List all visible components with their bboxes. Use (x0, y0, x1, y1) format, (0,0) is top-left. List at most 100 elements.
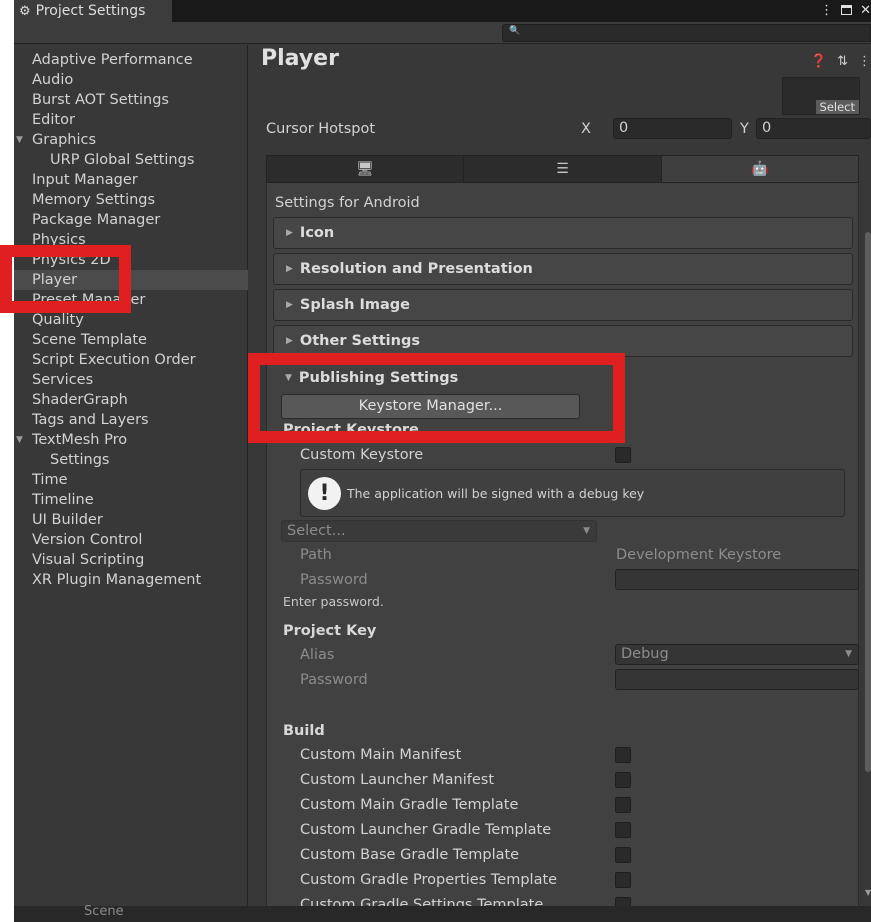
sidebar-item-editor[interactable]: Editor (14, 110, 248, 130)
scroll-down-arrow-icon[interactable]: ▼ (865, 888, 871, 897)
sidebar-item-quality[interactable]: Quality (14, 310, 248, 330)
section-title: Other Settings (299, 333, 420, 349)
path-label: Path (300, 547, 332, 563)
sidebar-item-shadergraph[interactable]: ShaderGraph (14, 390, 248, 410)
sidebar-item-label: Settings (50, 452, 110, 468)
custom-launcher-manifest-checkbox[interactable] (615, 772, 631, 788)
vertical-scrollbar[interactable] (865, 232, 871, 772)
custom-gradle-properties-checkbox[interactable] (615, 872, 631, 888)
more-options-icon[interactable]: ⋮ (858, 54, 871, 69)
page-title: Player (261, 46, 339, 71)
tab-standalone[interactable]: 🖥 (267, 156, 465, 182)
sidebar-item-label: Input Manager (32, 172, 138, 188)
sidebar-item-label: TextMesh Pro (32, 432, 128, 448)
sidebar-item-memory-settings[interactable]: Memory Settings (14, 190, 248, 210)
sidebar-item-input-manager[interactable]: Input Manager (14, 170, 248, 190)
sidebar-item-adaptive-performance[interactable]: Adaptive Performance (14, 50, 248, 70)
key-password-label: Password (300, 672, 368, 688)
scene-label: Scene (84, 904, 124, 919)
sidebar-item-graphics[interactable]: ▼ Graphics (14, 130, 248, 150)
hotspot-x-label: X (581, 121, 591, 137)
chevron-right-icon: ▶ (286, 300, 293, 310)
sidebar-item-urp-global-settings[interactable]: URP Global Settings (14, 150, 248, 170)
custom-main-gradle-checkbox[interactable] (615, 797, 631, 813)
search-bar-row: 🔍 (14, 22, 871, 44)
maximize-icon[interactable] (841, 5, 853, 15)
preset-sliders-icon[interactable]: ⇅ (837, 54, 848, 69)
hotspot-x-input[interactable]: 0 (613, 118, 732, 139)
server-icon: ☰ (556, 161, 569, 177)
platform-tabs: 🖥 ☰ 🤖 (266, 155, 859, 183)
build-option-label: Custom Launcher Manifest (300, 772, 495, 788)
custom-main-manifest-checkbox[interactable] (615, 747, 631, 763)
custom-base-gradle-checkbox[interactable] (615, 847, 631, 863)
dropdown-arrow-icon: ▼ (583, 526, 590, 536)
more-options-icon[interactable]: ⋮ (820, 3, 833, 18)
sidebar-item-label: Adaptive Performance (32, 52, 193, 68)
bottom-strip: Scene (14, 904, 871, 922)
foldout-expanded-icon[interactable]: ▼ (16, 130, 23, 150)
help-icon[interactable]: ❓ (811, 54, 827, 69)
sidebar-item-package-manager[interactable]: Package Manager (14, 210, 248, 230)
sidebar-item-time[interactable]: Time (14, 470, 248, 490)
build-option-label: Custom Main Gradle Template (300, 797, 519, 813)
alias-dropdown[interactable]: Debug ▼ (615, 644, 859, 665)
tab-server[interactable]: ☰ (464, 156, 662, 182)
help-box: ! The application will be signed with a … (300, 469, 845, 517)
tab-android[interactable]: 🤖 (661, 156, 858, 182)
sidebar-item-timeline[interactable]: Timeline (14, 490, 248, 510)
search-input[interactable]: 🔍 (502, 24, 871, 42)
title-bar: ⚙ Project Settings ⋮ ✕ (14, 0, 871, 22)
sidebar-item-ui-builder[interactable]: UI Builder (14, 510, 248, 530)
sidebar-item-burst-aot[interactable]: Burst AOT Settings (14, 90, 248, 110)
sidebar-item-xr-plugin-management[interactable]: XR Plugin Management (14, 570, 248, 590)
sidebar-item-label: Visual Scripting (32, 552, 145, 568)
gear-icon: ⚙ (19, 3, 31, 19)
sidebar-item-version-control[interactable]: Version Control (14, 530, 248, 550)
chevron-right-icon: ▶ (286, 228, 293, 238)
sidebar-item-textmesh-pro[interactable]: ▼ TextMesh Pro (14, 430, 248, 450)
keystore-password-input[interactable] (615, 569, 859, 590)
project-settings-tab[interactable]: ⚙ Project Settings (14, 0, 172, 22)
android-icon: 🤖 (751, 161, 769, 177)
sidebar-item-textmesh-pro-settings[interactable]: Settings (14, 450, 248, 470)
annotation-highlight-player (0, 245, 131, 313)
close-icon[interactable]: ✕ (860, 3, 871, 18)
section-splash-image[interactable]: ▶ Splash Image (273, 289, 853, 321)
sidebar-item-label: Script Execution Order (32, 352, 196, 368)
hotspot-y-input[interactable]: 0 (756, 118, 871, 139)
sidebar-item-label: UI Builder (32, 512, 103, 528)
window-controls: ⋮ ✕ (820, 0, 871, 20)
build-title: Build (283, 723, 325, 739)
background-margin (0, 0, 14, 922)
tab-title: Project Settings (35, 3, 146, 19)
hotspot-y-label: Y (740, 121, 749, 137)
settings-sidebar: Adaptive Performance Audio Burst AOT Set… (14, 45, 248, 922)
project-key-title: Project Key (283, 623, 377, 639)
dropdown-value: Select... (287, 523, 346, 539)
cursor-texture-field[interactable]: Select (782, 77, 860, 115)
sidebar-item-label: Services (32, 372, 94, 388)
sidebar-item-audio[interactable]: Audio (14, 70, 248, 90)
search-icon: 🔍 (509, 26, 521, 36)
key-password-input[interactable] (615, 669, 859, 690)
sidebar-item-scene-template[interactable]: Scene Template (14, 330, 248, 350)
sidebar-item-visual-scripting[interactable]: Visual Scripting (14, 550, 248, 570)
sidebar-item-services[interactable]: Services (14, 370, 248, 390)
sidebar-item-script-execution-order[interactable]: Script Execution Order (14, 350, 248, 370)
section-resolution[interactable]: ▶ Resolution and Presentation (273, 253, 853, 285)
keystore-select-dropdown[interactable]: Select... ▼ (281, 520, 597, 542)
select-texture-button[interactable]: Select (815, 100, 859, 114)
custom-launcher-gradle-checkbox[interactable] (615, 822, 631, 838)
monitor-icon: 🖥 (356, 161, 375, 177)
sidebar-item-tags-and-layers[interactable]: Tags and Layers (14, 410, 248, 430)
dropdown-arrow-icon: ▼ (845, 649, 852, 659)
sidebar-item-label: Timeline (32, 492, 94, 508)
player-settings-panel: Player ❓ ⇅ ⋮ Select Cursor Hotspot X 0 Y… (249, 45, 871, 922)
sidebar-item-label: Editor (32, 112, 75, 128)
sidebar-item-label: Time (32, 472, 68, 488)
foldout-expanded-icon[interactable]: ▼ (16, 430, 23, 450)
custom-keystore-checkbox[interactable] (615, 447, 631, 463)
build-option-label: Custom Launcher Gradle Template (300, 822, 552, 838)
section-icon[interactable]: ▶ Icon (273, 217, 853, 249)
